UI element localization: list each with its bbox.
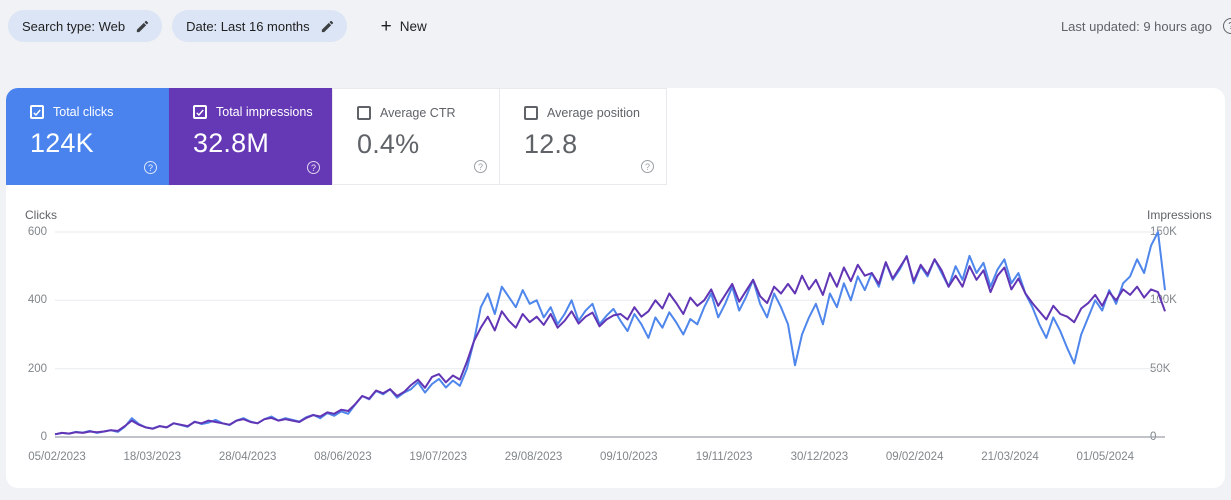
- search-type-chip-label: Search type: Web: [22, 18, 126, 34]
- last-updated-text: Last updated: 9 hours ago: [1060, 18, 1212, 34]
- performance-panel: Total clicks 124K ? Total impressions 32…: [6, 88, 1225, 488]
- filter-bar: Search type: Web Date: Last 16 months + …: [8, 10, 1231, 42]
- x-axis-label: 05/02/2023: [28, 451, 86, 463]
- x-axis-label: 08/06/2023: [314, 451, 372, 463]
- chart-svg[interactable]: [6, 88, 1225, 488]
- new-filter-button[interactable]: + New: [373, 10, 435, 42]
- x-axis-label: 19/07/2023: [409, 451, 467, 463]
- edit-pencil-icon[interactable]: [320, 19, 335, 34]
- x-axis-label: 18/03/2023: [123, 451, 182, 463]
- x-axis-label: 01/05/2024: [1076, 451, 1135, 463]
- x-axis-label: 30/12/2023: [790, 451, 849, 463]
- series-line-impressions: [54, 255, 1166, 436]
- series-line-clicks: [54, 231, 1166, 436]
- x-axis-label: 19/11/2023: [695, 451, 753, 463]
- edit-pencil-icon[interactable]: [135, 19, 150, 34]
- x-axis-label: 21/03/2024: [981, 451, 1039, 463]
- x-axis-label: 28/04/2023: [218, 451, 277, 463]
- date-range-chip-label: Date: Last 16 months: [186, 18, 310, 34]
- plus-icon: +: [380, 15, 392, 37]
- x-axis-label: 09/02/2024: [885, 451, 944, 463]
- x-axis-label: 09/10/2023: [600, 451, 658, 463]
- x-axis-label: 29/08/2023: [504, 451, 563, 463]
- search-type-chip[interactable]: Search type: Web: [8, 10, 163, 42]
- date-range-chip[interactable]: Date: Last 16 months: [172, 10, 347, 42]
- new-filter-label: New: [399, 18, 427, 34]
